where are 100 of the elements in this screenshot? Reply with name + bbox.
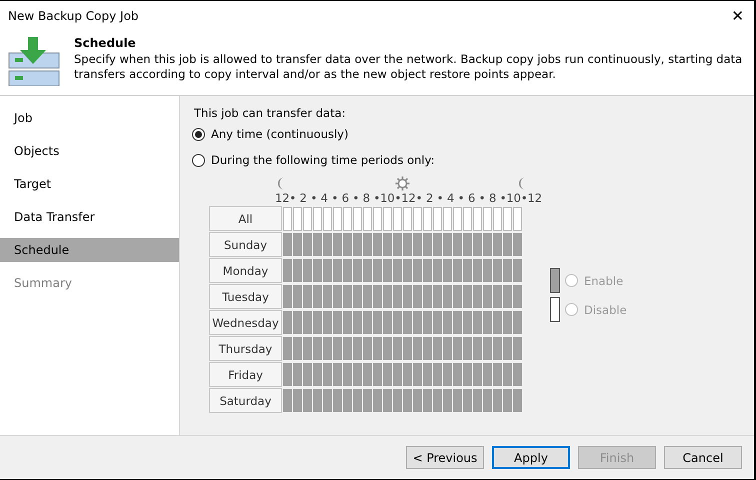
hour-cell[interactable]	[343, 389, 352, 412]
hour-button[interactable]	[513, 207, 522, 231]
hour-cell[interactable]	[313, 363, 322, 386]
hour-cell[interactable]	[363, 389, 372, 412]
hour-cell[interactable]	[513, 259, 522, 282]
hour-button[interactable]	[363, 207, 372, 231]
day-button[interactable]: Wednesday	[209, 310, 282, 335]
hour-cell[interactable]	[393, 233, 402, 256]
hour-cell[interactable]	[423, 285, 432, 308]
hour-cell[interactable]	[353, 259, 362, 282]
hour-cell[interactable]	[323, 389, 332, 412]
hour-cell[interactable]	[483, 285, 492, 308]
hour-cell[interactable]	[393, 285, 402, 308]
hour-cell[interactable]	[293, 389, 302, 412]
hour-cell[interactable]	[373, 311, 382, 334]
hour-button[interactable]	[283, 207, 292, 231]
hour-button[interactable]	[443, 207, 452, 231]
hour-cell[interactable]	[353, 285, 362, 308]
hour-button[interactable]	[373, 207, 382, 231]
hour-cell[interactable]	[313, 311, 322, 334]
hour-cell[interactable]	[373, 363, 382, 386]
hour-cell[interactable]	[503, 363, 512, 386]
radio-button[interactable]	[192, 128, 205, 140]
hour-cell[interactable]	[433, 233, 442, 256]
hour-cell[interactable]	[363, 285, 372, 308]
hour-cell[interactable]	[513, 389, 522, 412]
dialog-button[interactable]: Apply	[492, 446, 570, 469]
hour-cell[interactable]	[503, 285, 512, 308]
hour-cell[interactable]	[323, 233, 332, 256]
hour-cell[interactable]	[413, 311, 422, 334]
hour-cell[interactable]	[343, 363, 352, 386]
hour-cell[interactable]	[313, 233, 322, 256]
hour-cell[interactable]	[413, 233, 422, 256]
hour-cell[interactable]	[493, 285, 502, 308]
hour-cell[interactable]	[493, 363, 502, 386]
hour-cell[interactable]	[363, 363, 372, 386]
close-button[interactable]: ✕	[731, 7, 744, 25]
wizard-step[interactable]: Data Transfer	[0, 205, 179, 229]
hour-cell[interactable]	[373, 233, 382, 256]
hour-cell[interactable]	[343, 259, 352, 282]
dialog-button[interactable]: < Previous	[406, 446, 484, 469]
hour-cell[interactable]	[463, 259, 472, 282]
hour-cell[interactable]	[373, 285, 382, 308]
hour-cell[interactable]	[333, 233, 342, 256]
hour-cell[interactable]	[423, 259, 432, 282]
day-button[interactable]: Friday	[209, 362, 282, 387]
hour-cell[interactable]	[303, 233, 312, 256]
hour-cell[interactable]	[413, 259, 422, 282]
hour-cell[interactable]	[423, 337, 432, 360]
hour-cell[interactable]	[303, 337, 312, 360]
hour-cell[interactable]	[393, 311, 402, 334]
hour-cell[interactable]	[503, 259, 512, 282]
hour-cell[interactable]	[293, 285, 302, 308]
hour-cell[interactable]	[513, 311, 522, 334]
wizard-step[interactable]: Schedule	[0, 238, 179, 262]
hour-cell[interactable]	[283, 285, 292, 308]
hour-cell[interactable]	[503, 311, 512, 334]
hour-button[interactable]	[483, 207, 492, 231]
hour-cell[interactable]	[303, 363, 312, 386]
wizard-step[interactable]: Objects	[0, 139, 179, 163]
hour-cell[interactable]	[353, 363, 362, 386]
hour-cell[interactable]	[413, 363, 422, 386]
hour-cell[interactable]	[463, 311, 472, 334]
hour-cell[interactable]	[443, 389, 452, 412]
hour-cell[interactable]	[333, 285, 342, 308]
hour-cell[interactable]	[283, 337, 292, 360]
hour-button[interactable]	[323, 207, 332, 231]
hour-cell[interactable]	[493, 311, 502, 334]
hour-cell[interactable]	[283, 311, 292, 334]
hour-button[interactable]	[313, 207, 322, 231]
hour-cell[interactable]	[293, 337, 302, 360]
hour-button[interactable]	[423, 207, 432, 231]
hour-button[interactable]	[403, 207, 412, 231]
hour-cell[interactable]	[473, 337, 482, 360]
hour-cell[interactable]	[433, 363, 442, 386]
hour-cell[interactable]	[303, 389, 312, 412]
hour-cell[interactable]	[413, 285, 422, 308]
hour-cell[interactable]	[383, 311, 392, 334]
hour-cell[interactable]	[363, 233, 372, 256]
hour-cell[interactable]	[453, 337, 462, 360]
hour-cell[interactable]	[413, 337, 422, 360]
day-button[interactable]: Sunday	[209, 232, 282, 257]
hour-cell[interactable]	[473, 389, 482, 412]
hour-cell[interactable]	[403, 389, 412, 412]
hour-cell[interactable]	[503, 337, 512, 360]
hour-cell[interactable]	[483, 259, 492, 282]
hour-cell[interactable]	[383, 389, 392, 412]
hour-button[interactable]	[433, 207, 442, 231]
hour-cell[interactable]	[363, 311, 372, 334]
hour-cell[interactable]	[493, 259, 502, 282]
hour-cell[interactable]	[513, 233, 522, 256]
hour-cell[interactable]	[423, 233, 432, 256]
hour-cell[interactable]	[293, 259, 302, 282]
hour-cell[interactable]	[423, 389, 432, 412]
hour-cell[interactable]	[283, 363, 292, 386]
hour-cell[interactable]	[453, 311, 462, 334]
hour-cell[interactable]	[283, 389, 292, 412]
hour-cell[interactable]	[373, 259, 382, 282]
radio-button[interactable]	[192, 154, 205, 166]
hour-button[interactable]	[413, 207, 422, 231]
